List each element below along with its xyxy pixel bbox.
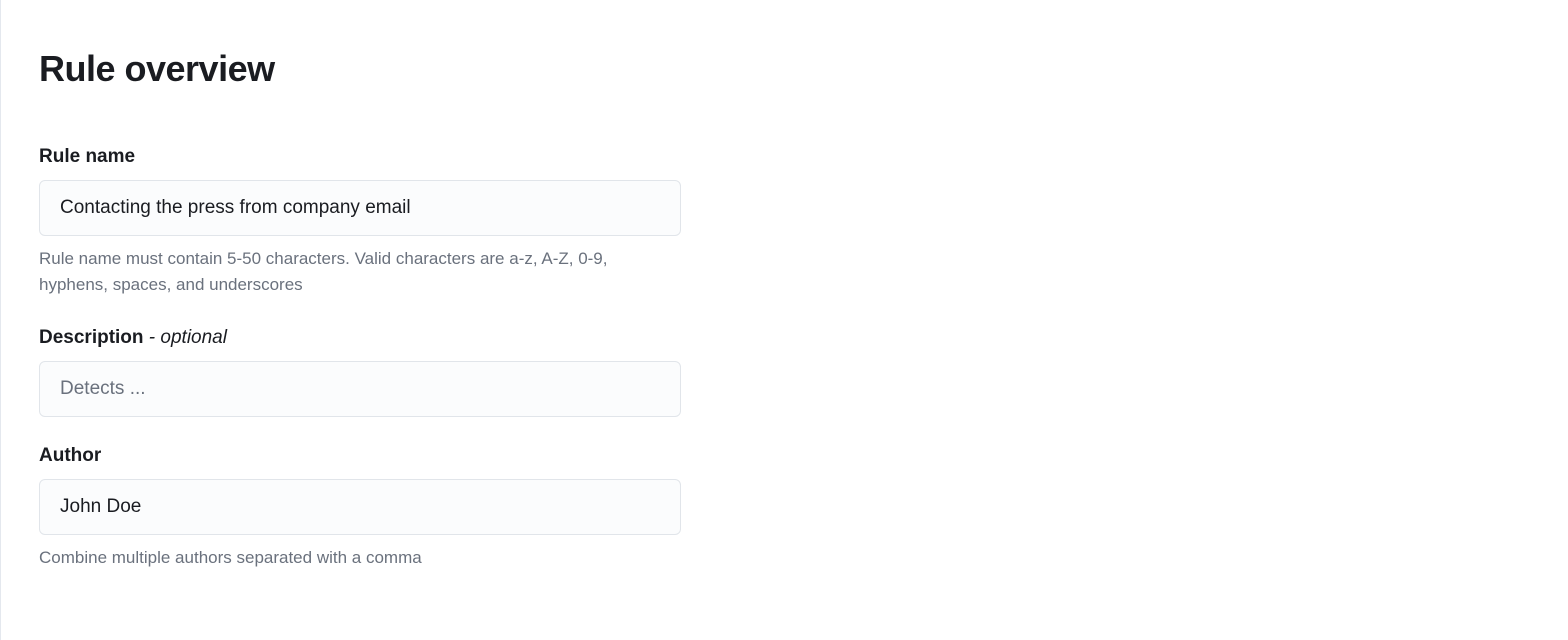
form-container: Rule overview Rule name Rule name must c… (0, 0, 1568, 640)
author-group: Author Combine multiple authors separate… (39, 445, 681, 571)
description-label-text: Description (39, 327, 144, 348)
rule-name-input[interactable] (39, 180, 681, 236)
description-label-suffix: - optional (144, 327, 227, 348)
author-help: Combine multiple authors separated with … (39, 545, 681, 571)
rule-name-help: Rule name must contain 5-50 characters. … (39, 246, 681, 299)
description-group: Description - optional (39, 327, 681, 417)
description-label: Description - optional (39, 327, 681, 349)
author-input[interactable] (39, 479, 681, 535)
author-label: Author (39, 445, 681, 467)
description-input[interactable] (39, 361, 681, 417)
page-title: Rule overview (39, 48, 1568, 90)
rule-name-label: Rule name (39, 146, 681, 168)
rule-name-group: Rule name Rule name must contain 5-50 ch… (39, 146, 681, 299)
